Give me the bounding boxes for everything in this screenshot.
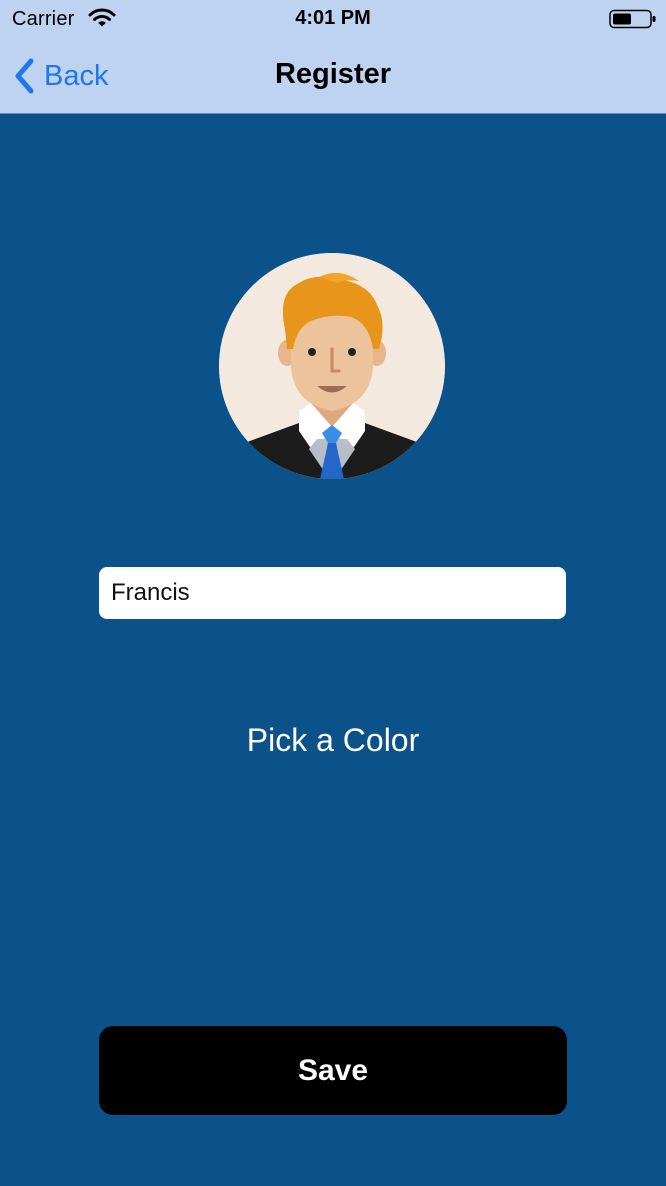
status-time: 4:01 PM xyxy=(295,7,371,29)
avatar[interactable] xyxy=(219,253,445,479)
battery-icon xyxy=(609,9,656,29)
top-bar: Carrier 4:01 PM Back Register xyxy=(0,0,666,114)
save-button[interactable]: Save xyxy=(99,1026,567,1115)
navigation-bar: Back Register xyxy=(0,40,666,114)
name-input[interactable] xyxy=(99,567,566,619)
businessman-avatar-icon xyxy=(219,253,445,479)
page-title: Register xyxy=(274,58,392,90)
register-screen: Carrier 4:01 PM Back Register Francis Pi… xyxy=(0,0,666,1186)
status-bar: Carrier 4:01 PM xyxy=(0,0,666,40)
pick-color-button[interactable]: Pick a Color xyxy=(0,718,666,762)
